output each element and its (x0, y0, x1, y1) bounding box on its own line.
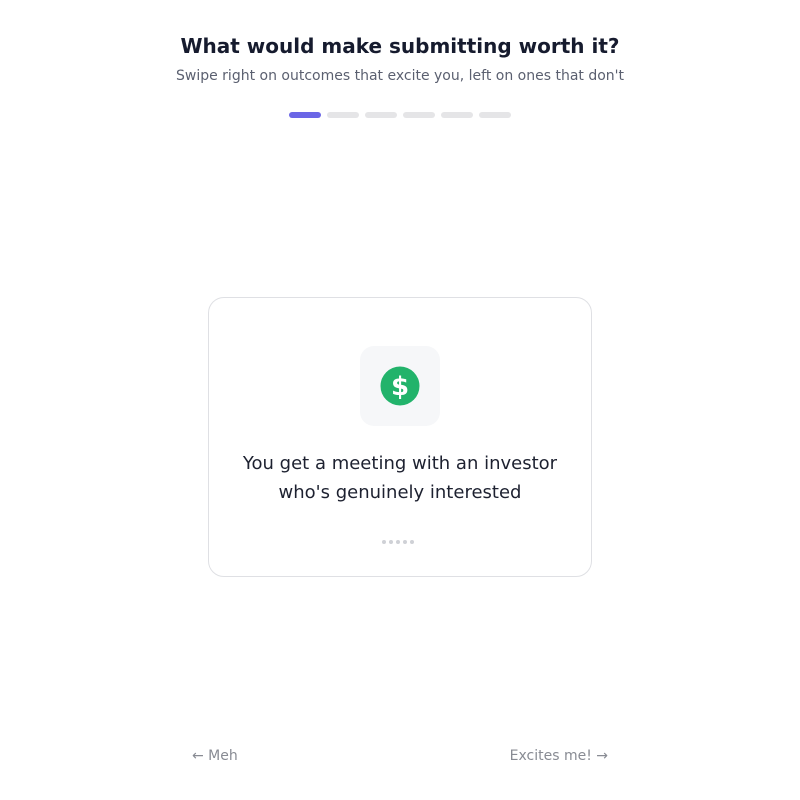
meh-button[interactable]: ← Meh (192, 748, 238, 764)
progress-step-2 (327, 112, 359, 118)
progress-step-5 (441, 112, 473, 118)
excites-me-button[interactable]: Excites me! → (510, 748, 608, 764)
dollar-icon: $ (380, 366, 420, 406)
swipe-page: What would make submitting worth it? Swi… (0, 0, 800, 800)
outcome-text: You get a meeting with an investor who's… (209, 449, 591, 507)
icon-tile: $ (360, 346, 440, 426)
page-title: What would make submitting worth it? (180, 34, 620, 58)
progress-step-3 (365, 112, 397, 118)
progress-step-1 (289, 112, 321, 118)
outcome-card[interactable]: $ You get a meeting with an investor who… (208, 297, 592, 577)
page-subtitle: Swipe right on outcomes that excite you,… (176, 68, 624, 84)
outcome-text-line2: who's genuinely interested (278, 482, 522, 503)
drag-handle-dots (382, 540, 414, 544)
progress-indicator (289, 112, 511, 118)
progress-step-4 (403, 112, 435, 118)
svg-text:$: $ (391, 372, 409, 402)
progress-step-6 (479, 112, 511, 118)
outcome-text-line1: You get a meeting with an investor (242, 453, 558, 474)
